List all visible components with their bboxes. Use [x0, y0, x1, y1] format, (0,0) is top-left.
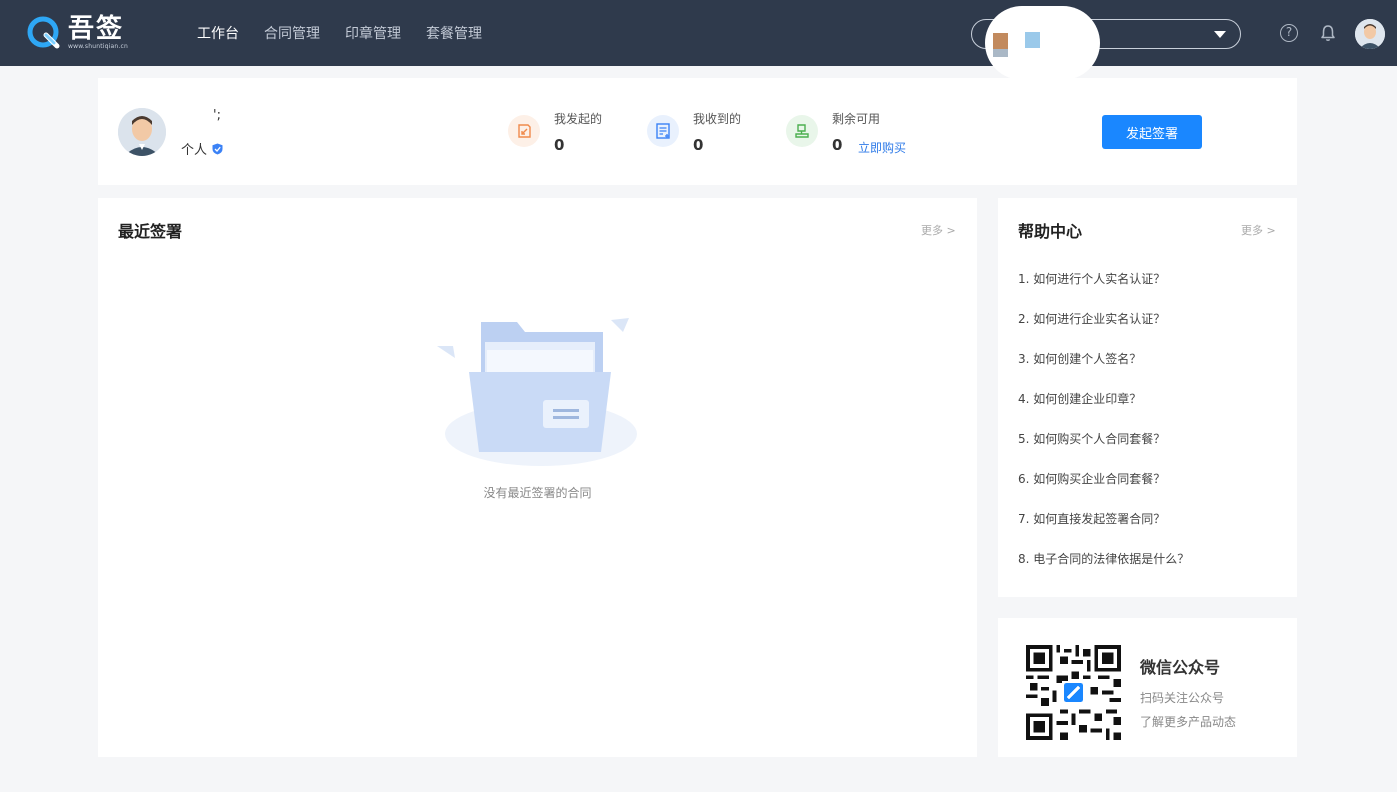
stat-label: 剩余可用	[832, 112, 881, 126]
help-item[interactable]: 4. 如何创建企业印章？	[1018, 390, 1189, 430]
shield-check-icon	[212, 143, 223, 154]
help-center-title: 帮助中心	[1018, 222, 1083, 241]
nav-item-workbench[interactable]: 工作台	[197, 23, 239, 43]
main-nav: 工作台 合同管理 印章管理 套餐管理	[197, 0, 507, 66]
brand-name: 吾签	[68, 14, 125, 44]
brand-url: www.shuntiqian.cn	[68, 43, 128, 50]
qr-code-icon	[1026, 645, 1121, 740]
help-item[interactable]: 2. 如何进行企业实名认证？	[1018, 310, 1189, 350]
stat-value: 0	[693, 136, 704, 154]
user-name: ';	[213, 108, 221, 123]
help-item[interactable]: 6. 如何购买企业合同套餐？	[1018, 470, 1189, 510]
document-icon	[647, 115, 679, 147]
recent-more-link[interactable]: 更多 >	[921, 222, 956, 238]
wechat-title: 微信公众号	[1140, 658, 1221, 677]
help-more-link[interactable]: 更多 >	[1241, 222, 1276, 238]
user-type: 个人	[181, 139, 223, 158]
recent-signings-title: 最近签署	[118, 222, 183, 241]
stamp-icon	[786, 115, 818, 147]
bell-icon[interactable]	[1319, 24, 1337, 42]
help-list: 1. 如何进行个人实名认证？ 2. 如何进行企业实名认证？ 3. 如何创建个人签…	[1018, 270, 1189, 590]
person-icon	[118, 108, 166, 156]
account-avatar[interactable]	[985, 6, 1100, 80]
wechat-card: 微信公众号 扫码关注公众号 了解更多产品动态	[998, 618, 1297, 757]
stat-value: 0	[832, 136, 843, 154]
sign-icon	[508, 115, 540, 147]
logo-icon	[27, 16, 60, 49]
empty-state-text: 没有最近签署的合同	[483, 486, 592, 500]
buy-now-link[interactable]: 立即购买	[858, 139, 906, 156]
nav-item-contracts[interactable]: 合同管理	[264, 23, 320, 43]
help-item[interactable]: 8. 电子合同的法律依据是什么？	[1018, 550, 1189, 590]
chevron-down-icon	[1214, 31, 1226, 38]
help-item[interactable]: 5. 如何购买个人合同套餐？	[1018, 430, 1189, 470]
help-item[interactable]: 7. 如何直接发起签署合同？	[1018, 510, 1189, 550]
help-item[interactable]: 1. 如何进行个人实名认证？	[1018, 270, 1189, 310]
brand-logo[interactable]: 吾签 www.shuntiqian.cn	[26, 14, 128, 52]
user-avatar[interactable]	[1355, 19, 1385, 49]
wechat-subtitle: 了解更多产品动态	[1140, 715, 1237, 729]
profile-card: '; 个人 我发起的 0 我收到的 0 剩余可用 0 立即购买 发起签署	[98, 78, 1297, 185]
empty-folder-icon	[437, 318, 637, 466]
top-navbar: 吾签 www.shuntiqian.cn 工作台 合同管理 印章管理 套餐管理 …	[0, 0, 1397, 80]
nav-item-packages[interactable]: 套餐管理	[426, 23, 482, 43]
stat-label: 我发起的	[554, 112, 603, 126]
profile-avatar	[118, 108, 166, 156]
person-icon	[1355, 19, 1385, 49]
stat-label: 我收到的	[693, 112, 742, 126]
recent-signings-card: 最近签署 更多 > 没有最近签署的合同	[98, 198, 977, 757]
help-center-card: 帮助中心 更多 > 1. 如何进行个人实名认证？ 2. 如何进行企业实名认证？ …	[998, 198, 1297, 597]
wechat-subtitle: 扫码关注公众号	[1140, 691, 1225, 705]
question-circle-icon[interactable]: ?	[1280, 24, 1298, 42]
user-type-label: 个人	[181, 143, 208, 158]
help-item[interactable]: 3. 如何创建个人签名？	[1018, 350, 1189, 390]
stat-value: 0	[554, 136, 565, 154]
start-sign-button[interactable]: 发起签署	[1102, 115, 1202, 149]
nav-item-seals[interactable]: 印章管理	[345, 23, 401, 43]
